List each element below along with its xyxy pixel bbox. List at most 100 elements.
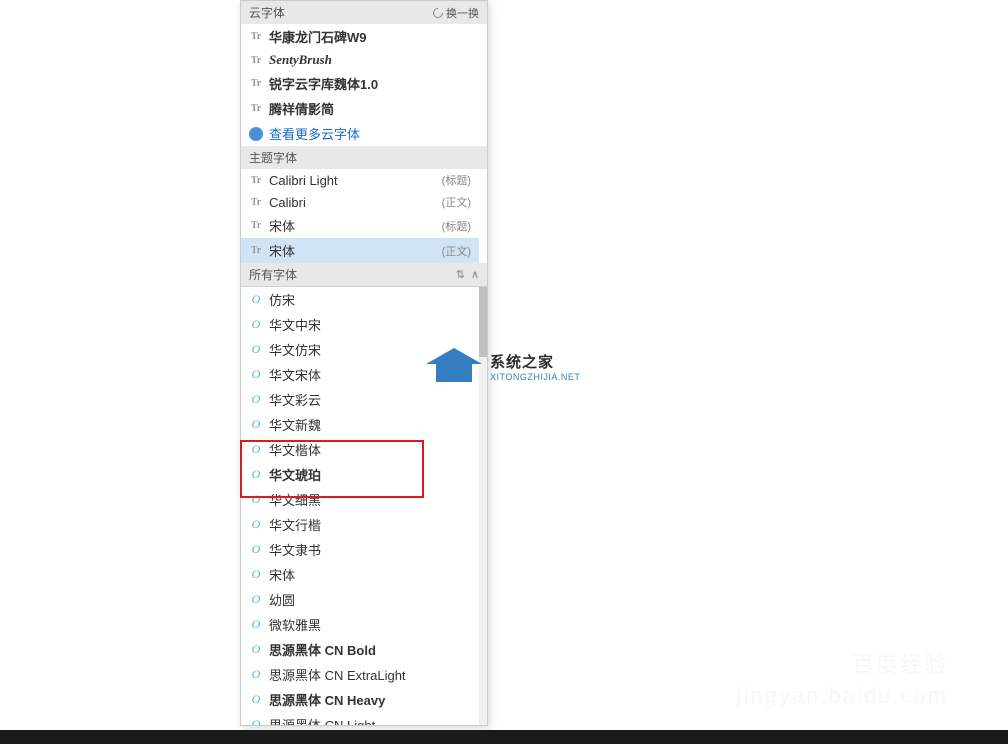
font-item[interactable]: O 华文楷体: [241, 437, 479, 462]
cloud-fonts-list: Tr华康龙门石碑W9TrSentyBrushTr锐字云字库魏体1.0Tr腾祥倩影…: [241, 24, 487, 121]
font-item[interactable]: Tr SentyBrush: [241, 49, 479, 71]
font-item[interactable]: O 华文细黑: [241, 487, 479, 512]
font-name-label: Calibri: [269, 195, 306, 210]
watermark-text: 系统之家 XITONGZHIJIA.NET: [490, 351, 580, 382]
opentype-icon: O: [249, 593, 263, 607]
more-cloud-fonts-link[interactable]: 查看更多云字体: [241, 121, 487, 146]
font-suffix-label: (正文): [442, 243, 471, 259]
font-item[interactable]: O 华文新魏: [241, 412, 479, 437]
font-name-label: 华文琥珀: [269, 465, 321, 484]
sort-icon[interactable]: ⇅: [456, 268, 465, 281]
all-fonts-header-icons: ⇅ ∧: [456, 268, 479, 281]
opentype-icon: O: [249, 418, 263, 432]
opentype-icon: O: [249, 468, 263, 482]
font-item[interactable]: O宋体: [241, 562, 479, 587]
font-name-label: 宋体: [269, 216, 295, 235]
font-name-label: SentyBrush: [269, 52, 332, 68]
font-name-label: 华文楷体: [269, 440, 321, 459]
cloud-icon: [249, 127, 263, 141]
all-fonts-title: 所有字体: [249, 266, 297, 283]
font-item[interactable]: Tr 腾祥倩影简: [241, 96, 479, 121]
font-suffix-label: (标题): [442, 172, 471, 188]
font-name-label: 华康龙门石碑W9: [269, 27, 367, 46]
truetype-icon: Tr: [249, 219, 263, 233]
scrollbar-thumb[interactable]: [479, 287, 487, 357]
opentype-icon: O: [249, 393, 263, 407]
font-item[interactable]: O 华文行楷: [241, 512, 479, 537]
font-name-label: 思源黑体 CN Bold: [269, 640, 376, 659]
cloud-fonts-title: 云字体: [249, 4, 285, 21]
opentype-icon: O: [249, 618, 263, 632]
bottom-bar: [0, 730, 1008, 744]
opentype-icon: O: [249, 343, 263, 357]
font-name-label: 思源黑体 CN ExtraLight: [269, 665, 406, 684]
font-name-label: 思源黑体 CN Light: [269, 715, 375, 725]
theme-fonts-title: 主题字体: [249, 149, 297, 166]
font-item[interactable]: O华文中宋: [241, 312, 479, 337]
font-item[interactable]: O 华文琥珀: [241, 462, 479, 487]
refresh-icon: [431, 5, 445, 19]
refresh-button[interactable]: 换一换: [433, 5, 479, 21]
opentype-icon: O: [249, 493, 263, 507]
more-cloud-fonts-label: 查看更多云字体: [269, 124, 360, 143]
font-name-label: 微软雅黑: [269, 615, 321, 634]
refresh-label: 换一换: [446, 5, 479, 21]
font-item[interactable]: O 思源黑体 CN Bold: [241, 637, 479, 662]
font-item[interactable]: O华文彩云: [241, 387, 479, 412]
bottom-watermark: 百度经验 jingyan.baidu.com: [737, 650, 948, 712]
opentype-icon: O: [249, 643, 263, 657]
font-item[interactable]: O 仿宋: [241, 287, 479, 312]
font-name-label: 腾祥倩影简: [269, 99, 334, 118]
opentype-icon: O: [249, 693, 263, 707]
font-item[interactable]: O 微软雅黑: [241, 612, 479, 637]
font-item[interactable]: O思源黑体 CN ExtraLight: [241, 662, 479, 687]
truetype-icon: Tr: [249, 195, 263, 209]
font-name-label: 华文隶书: [269, 540, 321, 559]
font-name-label: 华文行楷: [269, 515, 321, 534]
opentype-icon: O: [249, 293, 263, 307]
font-item[interactable]: Tr 宋体 (标题): [241, 213, 479, 238]
bottom-wm-line1: 百度经验: [737, 650, 948, 681]
theme-fonts-header: 主题字体: [241, 146, 487, 169]
watermark-title: 系统之家: [490, 351, 580, 372]
font-item[interactable]: O 思源黑体 CN Heavy: [241, 687, 479, 712]
all-fonts-header: 所有字体 ⇅ ∧: [241, 263, 487, 287]
font-item[interactable]: O 华文隶书: [241, 537, 479, 562]
font-suffix-label: (标题): [442, 218, 471, 234]
cloud-fonts-header: 云字体 换一换: [241, 1, 487, 24]
opentype-icon: O: [249, 368, 263, 382]
font-suffix-label: (正文): [442, 194, 471, 210]
font-item[interactable]: Tr锐字云字库魏体1.0: [241, 71, 479, 96]
truetype-icon: Tr: [249, 102, 263, 116]
opentype-icon: O: [249, 443, 263, 457]
collapse-icon[interactable]: ∧: [471, 268, 479, 281]
font-name-label: Calibri Light: [269, 173, 338, 188]
truetype-icon: Tr: [249, 244, 263, 258]
font-item[interactable]: Tr Calibri (正文): [241, 191, 479, 213]
watermark: 系统之家 XITONGZHIJIA.NET: [426, 348, 580, 384]
font-item[interactable]: Tr 华康龙门石碑W9: [241, 24, 479, 49]
font-name-label: 仿宋: [269, 290, 295, 309]
font-item[interactable]: O 幼圆: [241, 587, 479, 612]
watermark-sub: XITONGZHIJIA.NET: [490, 372, 580, 382]
font-item[interactable]: O思源黑体 CN Light: [241, 712, 479, 725]
font-name-label: 宋体: [269, 241, 295, 260]
opentype-icon: O: [249, 518, 263, 532]
font-name-label: 华文新魏: [269, 415, 321, 434]
truetype-icon: Tr: [249, 77, 263, 91]
font-item[interactable]: Tr Calibri Light (标题): [241, 169, 479, 191]
font-name-label: 华文中宋: [269, 315, 321, 334]
font-name-label: 华文仿宋: [269, 340, 321, 359]
font-name-label: 华文宋体: [269, 365, 321, 384]
opentype-icon: O: [249, 543, 263, 557]
font-item[interactable]: Tr 宋体 (正文): [241, 238, 479, 263]
truetype-icon: Tr: [249, 30, 263, 44]
font-name-label: 华文细黑: [269, 490, 321, 509]
font-name-label: 幼圆: [269, 590, 295, 609]
font-name-label: 宋体: [269, 565, 295, 584]
truetype-icon: Tr: [249, 173, 263, 187]
watermark-icon: [426, 348, 482, 384]
font-name-label: 思源黑体 CN Heavy: [269, 690, 385, 709]
truetype-icon: Tr: [249, 53, 263, 67]
bottom-wm-line2: jingyan.baidu.com: [737, 681, 948, 712]
